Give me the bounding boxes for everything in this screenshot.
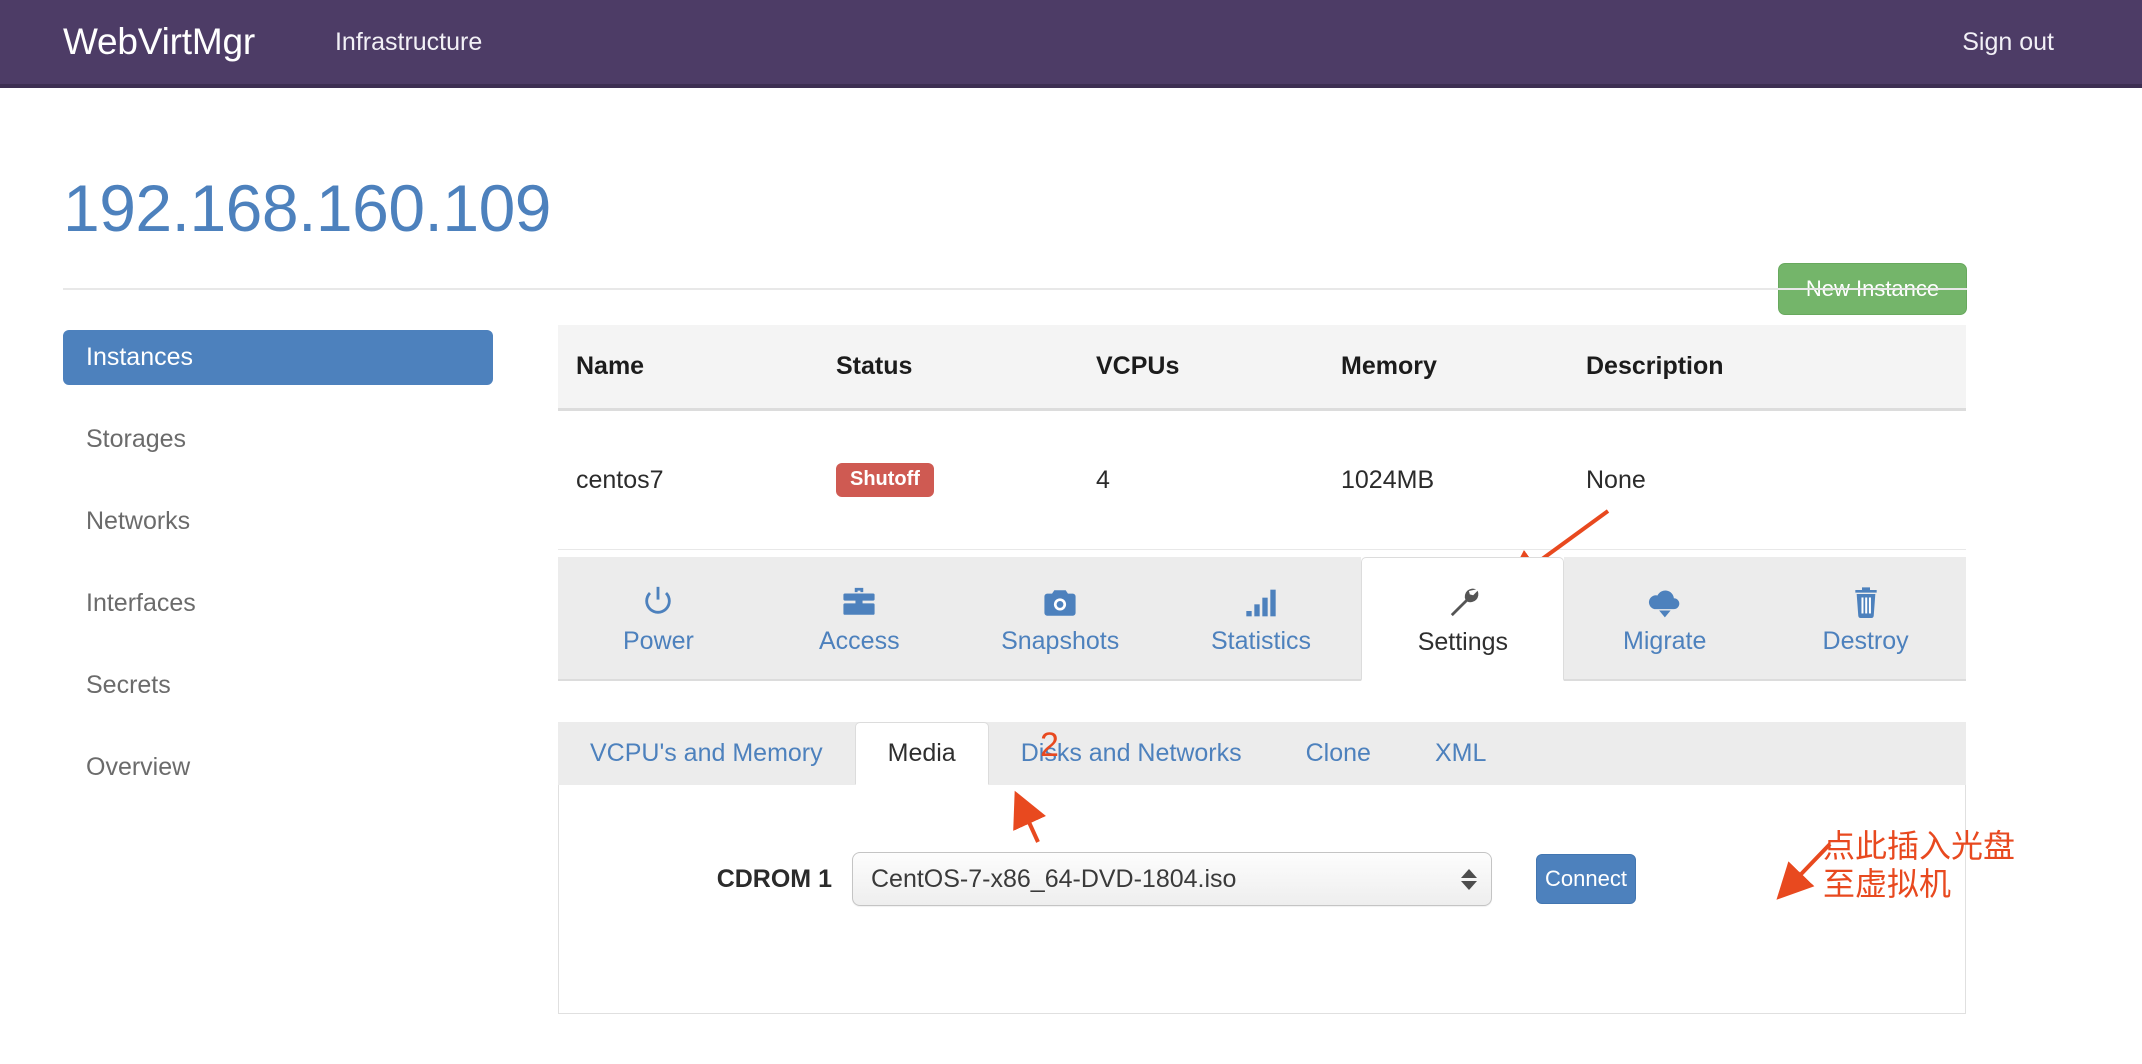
tab-access[interactable]: Access xyxy=(759,557,960,681)
briefcase-icon xyxy=(842,580,876,618)
sign-out-link[interactable]: Sign out xyxy=(1962,28,2054,57)
tab-destroy[interactable]: Destroy xyxy=(1765,557,1966,681)
sidebar-item-label: Storages xyxy=(86,425,186,454)
cdrom-iso-select[interactable]: CentOS-7-x86_64-DVD-1804.iso xyxy=(852,852,1492,906)
tab-label: Snapshots xyxy=(1001,627,1119,656)
tab-label: Destroy xyxy=(1823,627,1909,656)
media-panel: CDROM 1 CentOS-7-x86_64-DVD-1804.iso Con… xyxy=(558,785,1966,1014)
trash-icon xyxy=(1851,580,1881,618)
sidebar-item-instances[interactable]: Instances xyxy=(63,330,493,385)
cell-instance-description: None xyxy=(1568,410,1966,550)
subtab-clone[interactable]: Clone xyxy=(1274,722,1403,785)
tab-snapshots[interactable]: Snapshots xyxy=(960,557,1161,681)
column-header-name[interactable]: Name xyxy=(558,325,818,410)
cloud-download-icon xyxy=(1647,580,1683,618)
subtab-media[interactable]: Media xyxy=(855,722,989,785)
sidebar-item-storages[interactable]: Storages xyxy=(63,412,493,467)
page-header: 192.168.160.109 New Instance xyxy=(0,88,2142,288)
column-header-status[interactable]: Status xyxy=(818,325,1078,410)
tab-label: Statistics xyxy=(1211,627,1311,656)
sidebar-item-overview[interactable]: Overview xyxy=(63,740,493,795)
top-navbar: WebVirtMgr Infrastructure Sign out xyxy=(0,0,2142,88)
column-header-description[interactable]: Description xyxy=(1568,325,1966,410)
cdrom-form-row: CDROM 1 CentOS-7-x86_64-DVD-1804.iso Con… xyxy=(559,852,1965,906)
sidebar-item-secrets[interactable]: Secrets xyxy=(63,658,493,713)
sidebar-item-label: Interfaces xyxy=(86,589,196,618)
tab-label: Power xyxy=(623,627,694,656)
cell-instance-status: Shutoff xyxy=(818,410,1078,550)
annotation-arrow-2 xyxy=(1000,790,1080,850)
sidebar-item-label: Instances xyxy=(86,343,193,372)
subtab-vcpus-and-memory[interactable]: VCPU's and Memory xyxy=(558,722,855,785)
cell-instance-name[interactable]: centos7 xyxy=(558,410,818,550)
settings-subtabs: VCPU's and Memory Media Disks and Networ… xyxy=(558,722,1966,786)
status-badge: Shutoff xyxy=(836,463,934,497)
sidebar-item-interfaces[interactable]: Interfaces xyxy=(63,576,493,631)
tab-label: Access xyxy=(819,627,900,656)
column-header-vcpus[interactable]: VCPUs xyxy=(1078,325,1323,410)
subtab-label: Disks and Networks xyxy=(1021,739,1242,768)
tab-settings[interactable]: Settings xyxy=(1361,557,1564,681)
table-row[interactable]: centos7 Shutoff 4 1024MB None xyxy=(558,410,1966,550)
brand-logo[interactable]: WebVirtMgr xyxy=(63,21,255,63)
subtab-label: Clone xyxy=(1306,739,1371,768)
sidebar-item-label: Overview xyxy=(86,753,190,782)
subtab-label: Media xyxy=(888,739,956,768)
table-header-row: Name Status VCPUs Memory Description xyxy=(558,325,1966,410)
tab-label: Migrate xyxy=(1623,627,1706,656)
chevron-updown-icon xyxy=(1461,853,1477,905)
annotation-arrow-3 xyxy=(1770,838,1840,904)
wrench-icon xyxy=(1446,581,1480,619)
connect-button[interactable]: Connect xyxy=(1536,854,1636,904)
tab-statistics[interactable]: Statistics xyxy=(1161,557,1362,681)
instances-table: Name Status VCPUs Memory Description cen… xyxy=(558,325,1966,550)
sidebar-item-label: Networks xyxy=(86,507,190,536)
instances-table-wrapper: Name Status VCPUs Memory Description cen… xyxy=(558,325,1966,550)
cell-instance-vcpus: 4 xyxy=(1078,410,1323,550)
subtab-disks-and-networks[interactable]: Disks and Networks xyxy=(989,722,1274,785)
instance-action-tabs: Power Access Snapshots Statistics Settin… xyxy=(558,557,1966,681)
cdrom-iso-selected-value: CentOS-7-x86_64-DVD-1804.iso xyxy=(871,865,1236,894)
header-divider xyxy=(63,288,1967,290)
nav-item-infrastructure[interactable]: Infrastructure xyxy=(335,28,482,57)
subtab-label: VCPU's and Memory xyxy=(590,739,823,768)
page-title: 192.168.160.109 xyxy=(63,170,551,246)
bar-chart-icon xyxy=(1245,580,1277,618)
subtab-label: XML xyxy=(1435,739,1486,768)
subtab-xml[interactable]: XML xyxy=(1403,722,1518,785)
tab-label: Settings xyxy=(1418,628,1508,657)
column-header-memory[interactable]: Memory xyxy=(1323,325,1568,410)
camera-icon xyxy=(1043,580,1077,618)
power-icon xyxy=(641,580,675,618)
sidebar-item-networks[interactable]: Networks xyxy=(63,494,493,549)
cdrom-label: CDROM 1 xyxy=(559,865,852,894)
tab-power[interactable]: Power xyxy=(558,557,759,681)
sidebar-nav: Instances Storages Networks Interfaces S… xyxy=(63,330,493,795)
sidebar-item-label: Secrets xyxy=(86,671,171,700)
